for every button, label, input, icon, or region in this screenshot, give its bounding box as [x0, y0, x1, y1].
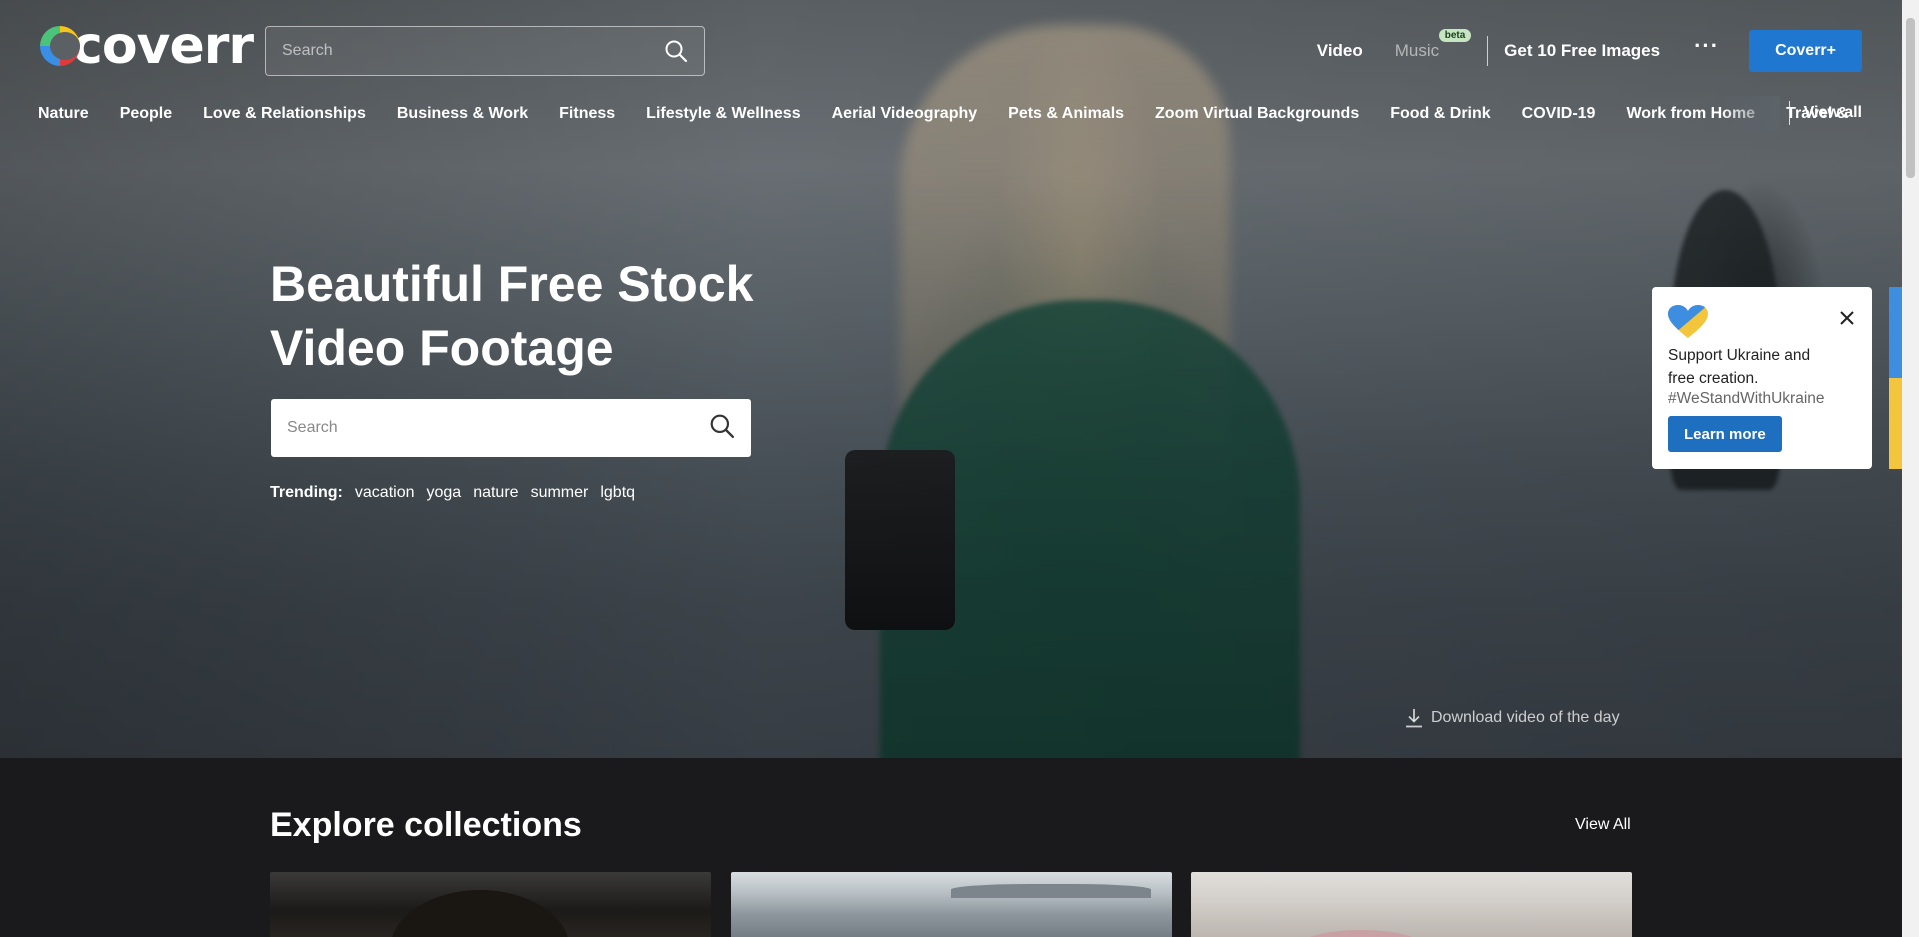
popup-message-line2: free creation.	[1668, 370, 1759, 387]
category-fitness[interactable]: Fitness	[559, 105, 615, 123]
category-business-work[interactable]: Business & Work	[397, 105, 528, 123]
logo-rainbow-icon	[40, 26, 80, 66]
trending-tag-vacation[interactable]: vacation	[355, 484, 415, 502]
category-covid-19[interactable]: COVID-19	[1522, 105, 1596, 123]
category-people[interactable]: People	[120, 105, 172, 123]
hero-title: Beautiful Free Stock Video Footage	[270, 252, 790, 380]
hero-search-input[interactable]	[287, 419, 709, 437]
category-view-all-group: View all	[1788, 100, 1862, 126]
category-lifestyle-wellness[interactable]: Lifestyle & Wellness	[646, 105, 800, 123]
popup-hashtag: #WeStandWithUkraine	[1668, 390, 1825, 407]
nav-free-images-link[interactable]: Get 10 Free Images	[1504, 41, 1660, 61]
popup-message-line1: Support Ukraine and	[1668, 347, 1811, 364]
trending-tag-lgbtq[interactable]: lgbtq	[600, 484, 635, 502]
collection-card[interactable]	[1191, 872, 1632, 937]
hero-title-line2: Video Footage	[270, 320, 614, 376]
collection-card[interactable]	[731, 872, 1172, 937]
popup-message: Support Ukraine and free creation.	[1668, 344, 1858, 390]
category-view-all-link[interactable]: View all	[1804, 104, 1862, 122]
header-search-input[interactable]	[282, 42, 664, 60]
category-pets-animals[interactable]: Pets & Animals	[1008, 105, 1124, 123]
trending-tag-yoga[interactable]: yoga	[426, 484, 461, 502]
collections-view-all-link[interactable]: View All	[1575, 816, 1631, 834]
search-icon[interactable]	[664, 39, 688, 63]
close-icon[interactable]	[1840, 311, 1854, 330]
coverr-plus-button[interactable]: Coverr+	[1749, 30, 1862, 72]
nav-divider	[1487, 36, 1489, 66]
category-love-relationships[interactable]: Love & Relationships	[203, 105, 366, 123]
top-nav: Video Music beta Get 10 Free Images ··· …	[1285, 29, 1862, 72]
trending-tags: Trending: vacation yoga nature summer lg…	[270, 484, 647, 502]
category-zoom-backgrounds[interactable]: Zoom Virtual Backgrounds	[1155, 105, 1359, 123]
scrollbar-thumb[interactable]	[1906, 18, 1915, 178]
download-video-of-day-link[interactable]: Download video of the day	[1405, 708, 1620, 728]
ukraine-heart-icon	[1668, 305, 1708, 344]
category-divider	[1788, 101, 1790, 125]
more-menu-icon[interactable]: ···	[1694, 35, 1719, 57]
category-food-drink[interactable]: Food & Drink	[1390, 105, 1490, 123]
logo-text: coverr	[72, 16, 254, 76]
nav-music-label: Music	[1394, 41, 1440, 60]
category-bar: Nature People Love & Relationships Busin…	[38, 101, 1864, 127]
hero-title-line1: Beautiful Free Stock	[270, 256, 754, 312]
ukraine-flag-strip	[1889, 287, 1902, 469]
collection-card[interactable]	[270, 872, 711, 937]
learn-more-button[interactable]: Learn more	[1668, 416, 1782, 452]
trending-tag-nature[interactable]: nature	[473, 484, 518, 502]
page-scrollbar[interactable]	[1902, 0, 1919, 937]
search-icon[interactable]	[709, 413, 735, 444]
trending-tag-summer[interactable]: summer	[531, 484, 589, 502]
coverr-logo[interactable]: coverr	[40, 16, 254, 76]
nav-music-link[interactable]: Music beta	[1394, 29, 1472, 61]
download-video-label: Download video of the day	[1431, 709, 1620, 726]
nav-video-link[interactable]: Video	[1317, 41, 1363, 61]
download-icon	[1405, 708, 1423, 728]
hero-search-box[interactable]	[271, 399, 751, 457]
trending-label: Trending:	[270, 484, 343, 501]
ukraine-support-popup: Support Ukraine and free creation. #WeSt…	[1652, 287, 1872, 469]
header-search-box[interactable]	[265, 26, 705, 76]
explore-collections-title: Explore collections	[270, 806, 582, 844]
category-aerial-videography[interactable]: Aerial Videography	[832, 105, 978, 123]
beta-badge: beta	[1438, 29, 1472, 42]
category-nature[interactable]: Nature	[38, 105, 89, 123]
